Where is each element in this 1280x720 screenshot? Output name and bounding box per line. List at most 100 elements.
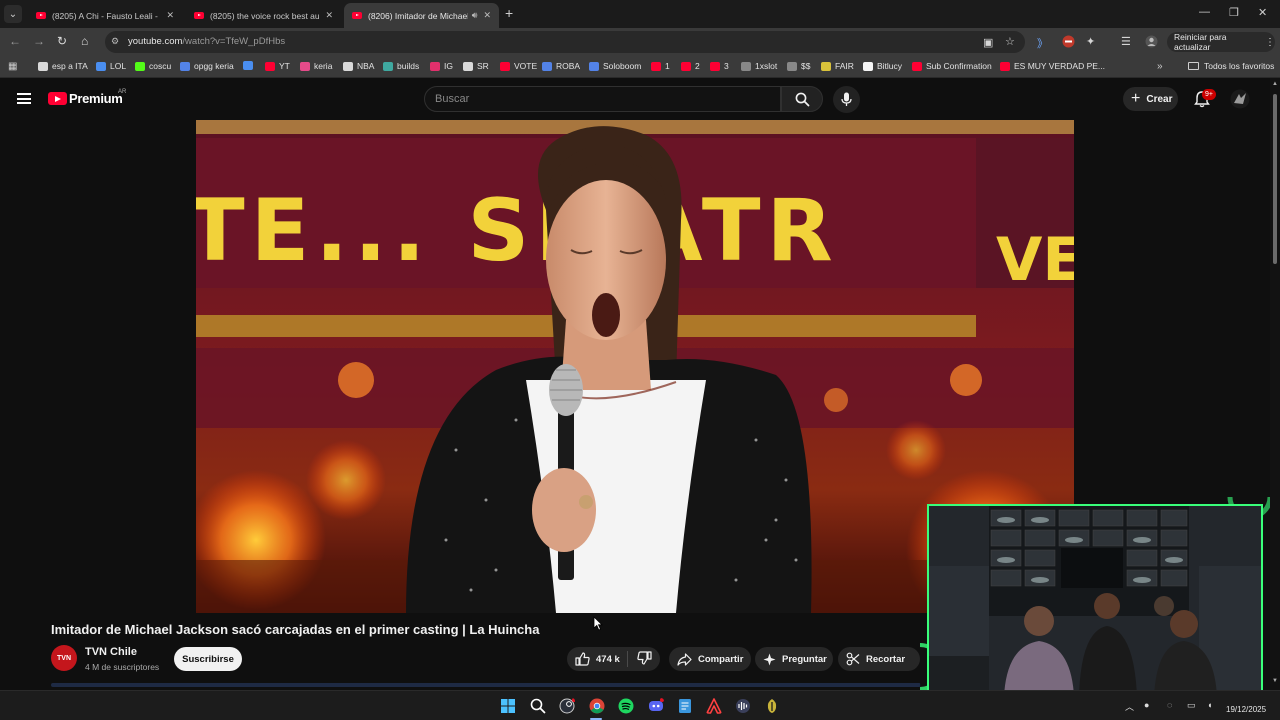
bookmark-vote[interactable]: VOTE: [500, 61, 537, 71]
streaming-app-icon[interactable]: [764, 698, 780, 714]
bookmark-label: ROBA: [556, 61, 581, 71]
bookmark-es-muy-verdad-pe[interactable]: ES MUY VERDAD PE...: [1000, 61, 1105, 71]
bookmark-opgg-keria[interactable]: opgg keria: [180, 61, 234, 71]
tab-search-icon[interactable]: ⌄: [4, 5, 22, 23]
page-scrollbar[interactable]: ▲ ▼: [1270, 78, 1280, 690]
new-tab-icon[interactable]: +: [505, 5, 513, 21]
bookmark-bitlucy[interactable]: Bitlucy: [863, 61, 902, 71]
bookmark-lol[interactable]: LOL: [96, 61, 126, 71]
bookmark-1xslot[interactable]: 1xslot: [741, 61, 777, 71]
bookmark-yt[interactable]: YT: [265, 61, 290, 71]
tray-app-icon[interactable]: ●: [1144, 700, 1149, 710]
bookmark-star-icon[interactable]: ☆: [1005, 35, 1015, 48]
bookmark-roba[interactable]: ROBA: [542, 61, 580, 71]
video-title: Imitador de Michael Jackson sacó carcaja…: [51, 622, 540, 637]
youtube-premium-logo[interactable]: Premium: [69, 91, 123, 106]
reload-icon[interactable]: ↻: [57, 34, 67, 48]
scroll-down-icon[interactable]: ▼: [1272, 678, 1278, 684]
url-path: /watch?v=TfeW_pDfHbs: [182, 36, 286, 47]
bookmark-nba[interactable]: NBA: [343, 61, 374, 71]
ask-button[interactable]: Preguntar: [755, 647, 833, 671]
channel-avatar[interactable]: TVN: [51, 645, 77, 671]
steam-icon[interactable]: [559, 698, 575, 714]
channel-name[interactable]: TVN Chile: [85, 646, 137, 658]
extension-translate-icon[interactable]: 》: [1037, 35, 1048, 51]
close-tab-icon[interactable]: ✕: [483, 10, 491, 21]
chrome-icon[interactable]: [589, 698, 605, 714]
acrobat-icon[interactable]: [706, 698, 722, 714]
bookmark-label: Soloboom: [603, 61, 642, 71]
bookmark-favicon-icon: [787, 61, 797, 71]
hamburger-menu-icon[interactable]: [17, 93, 31, 104]
minimize-icon[interactable]: —: [1199, 6, 1210, 18]
bookmark-sub-confirmation[interactable]: Sub Confirmation: [912, 61, 992, 71]
bookmark-3[interactable]: 3: [710, 61, 729, 71]
webcam-overlay: [920, 497, 1270, 700]
youtube-logo-icon[interactable]: [48, 92, 67, 105]
tab-imitador-michael[interactable]: (8206) Imitador de Michael 🔊︎ ✕: [344, 3, 499, 28]
spotify-icon[interactable]: [618, 698, 634, 714]
home-icon[interactable]: ⌂: [81, 34, 88, 48]
tab-voice-rock[interactable]: (8205) the voice rock best audi ✕: [186, 3, 341, 28]
back-icon[interactable]: ←: [9, 34, 21, 48]
install-app-icon[interactable]: ▣: [983, 36, 993, 49]
bookmark-coscu[interactable]: coscu: [135, 61, 171, 71]
extensions-puzzle-icon[interactable]: ✦: [1086, 35, 1095, 48]
bookmark-soloboom[interactable]: Soloboom: [589, 61, 641, 71]
all-bookmarks-button[interactable]: Todos los favoritos: [1188, 61, 1274, 71]
audio-app-icon[interactable]: [735, 698, 751, 714]
maximize-icon[interactable]: ❐: [1229, 6, 1239, 19]
apps-grid-icon[interactable]: ▦: [8, 61, 17, 72]
windows-taskbar: ︿ ● ◌ ▭ ◖ 19/12/2025: [0, 690, 1280, 720]
url-text[interactable]: youtube.com/watch?v=TfeW_pDfHbs: [128, 36, 285, 47]
network-icon[interactable]: ◌: [1167, 700, 1172, 710]
search-input[interactable]: Buscar: [424, 86, 781, 112]
extension-adblock-icon[interactable]: [1062, 35, 1075, 51]
like-button[interactable]: 474 k: [567, 652, 620, 666]
bookmark-[interactable]: $$: [787, 61, 810, 71]
site-info-icon[interactable]: ⚙: [111, 36, 119, 47]
scroll-up-icon[interactable]: ▲: [1272, 81, 1278, 87]
bookmark-1[interactable]: 1: [651, 61, 670, 71]
more-bookmarks-icon[interactable]: »: [1157, 61, 1163, 72]
thumbs-down-icon: [637, 651, 652, 665]
profile-icon[interactable]: [1145, 35, 1158, 51]
create-button[interactable]: + Crear: [1123, 87, 1178, 111]
share-button[interactable]: Compartir: [669, 647, 751, 671]
bookmark-keria[interactable]: keria: [300, 61, 332, 71]
bookmark-sr[interactable]: SR: [463, 61, 489, 71]
tab-fausto-leali[interactable]: (8205) A Chi - Fausto Leali - Yo ✕: [28, 3, 182, 28]
bookmark-esp-a-ita[interactable]: esp a ITA: [38, 61, 88, 71]
voice-search-button[interactable]: [833, 86, 860, 113]
forward-icon[interactable]: →: [33, 34, 45, 48]
bookmark-2[interactable]: 2: [681, 61, 700, 71]
reading-list-icon[interactable]: ☰: [1121, 35, 1131, 48]
search-button[interactable]: [781, 86, 823, 112]
close-tab-icon[interactable]: ✕: [166, 10, 174, 21]
scrollbar-thumb[interactable]: [1273, 94, 1277, 264]
windows-start-icon[interactable]: [500, 698, 516, 714]
subscribe-button[interactable]: Suscribirse: [174, 647, 242, 671]
bookmark-builds[interactable]: builds: [383, 61, 419, 71]
speaker-icon[interactable]: 🔊︎: [472, 10, 478, 21]
address-bar[interactable]: ⚙ youtube.com/watch?v=TfeW_pDfHbs ▣ ☆: [105, 31, 1025, 53]
notepad-icon[interactable]: [677, 698, 693, 714]
search-icon[interactable]: [530, 698, 546, 714]
bookmark-unnamed[interactable]: [243, 61, 257, 70]
restart-to-update-button[interactable]: Reiniciar para actualizar ⋮: [1167, 32, 1275, 52]
more-menu-icon[interactable]: ⋮: [1265, 37, 1275, 48]
dislike-button[interactable]: [637, 651, 652, 670]
tray-overflow-icon[interactable]: ︿: [1125, 700, 1134, 713]
create-label: Crear: [1146, 93, 1173, 105]
discord-icon[interactable]: [648, 698, 664, 714]
close-window-icon[interactable]: ✕: [1258, 6, 1267, 19]
clip-button[interactable]: Recortar: [838, 647, 920, 671]
bookmark-fair[interactable]: FAIR: [821, 61, 854, 71]
bookmark-label: Bitlucy: [877, 61, 903, 71]
bookmark-ig[interactable]: IG: [430, 61, 453, 71]
volume-icon[interactable]: ◖: [1207, 700, 1212, 710]
display-icon[interactable]: ▭: [1187, 700, 1196, 711]
account-avatar[interactable]: [1230, 89, 1250, 109]
close-tab-icon[interactable]: ✕: [325, 10, 333, 21]
taskbar-date[interactable]: 19/12/2025: [1226, 705, 1266, 714]
